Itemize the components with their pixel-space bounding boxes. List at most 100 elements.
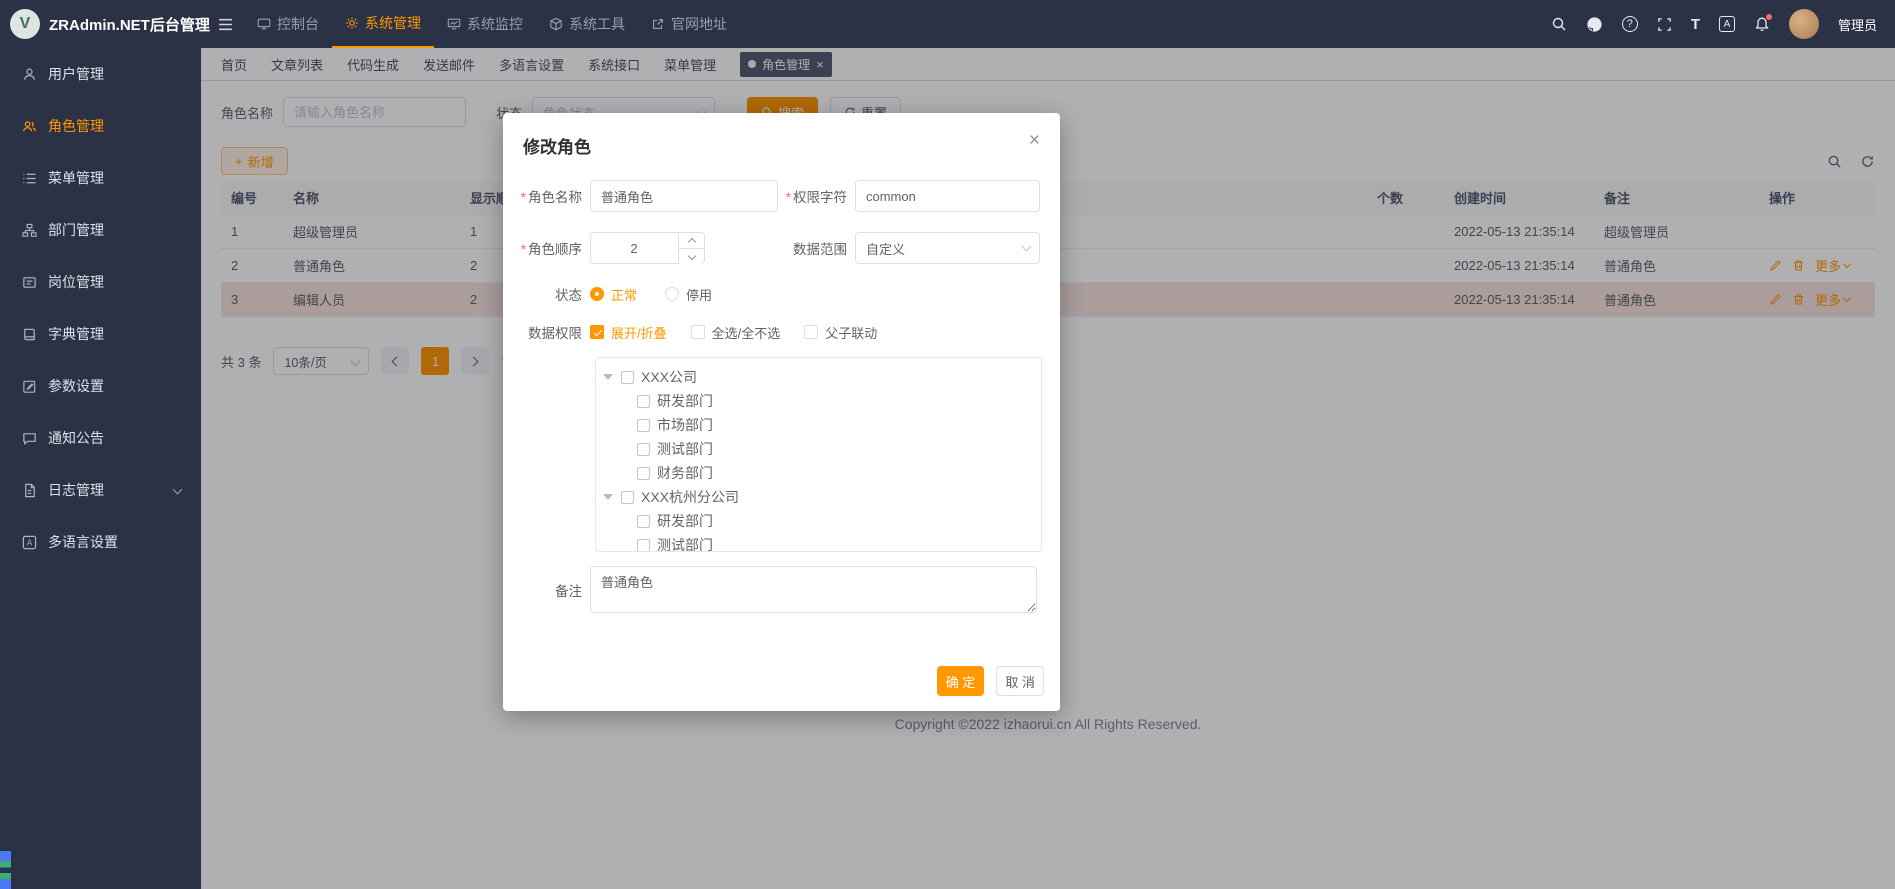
dialog-body: *角色名称 *权限字符 *角色顺序 数据范围 自定义 状态 正常 [503,168,1060,613]
sidebar-item-label: 用户管理 [48,64,104,84]
tree-checkbox[interactable] [637,419,650,432]
tree-checkbox[interactable] [637,395,650,408]
nav-item-console[interactable]: 控制台 [244,0,332,48]
tree-node[interactable]: 研发部门 [596,389,1041,413]
sidebar-item-label: 字典管理 [48,324,104,344]
sidebar-item-label: 通知公告 [48,428,104,448]
checkbox-icon [691,325,705,339]
status-radio-disabled[interactable]: 停用 [665,285,712,304]
tree-checkbox[interactable] [637,443,650,456]
required-mark: * [786,190,791,205]
tree-node[interactable]: 测试部门 [596,533,1041,552]
users-group-icon [22,119,37,134]
fullscreen-icon[interactable] [1657,17,1672,32]
data-scope-value: 自定义 [866,239,905,258]
status-radio-normal[interactable]: 正常 [590,285,637,304]
data-scope-select[interactable]: 自定义 [855,232,1040,264]
font-size-icon[interactable]: T [1691,16,1700,33]
sidebar-item-label: 部门管理 [48,220,104,240]
chat-bubble-icon [22,431,37,446]
tree-checkbox[interactable] [621,491,634,504]
nav-label: 官网地址 [671,14,727,34]
sidebar-item-menus[interactable]: 菜单管理 [0,152,201,204]
cancel-button[interactable]: 取 消 [996,666,1044,696]
status-label: 状态 [503,284,590,304]
caret-down-icon[interactable] [603,374,613,380]
nav-item-system-monitor[interactable]: 系统监控 [434,0,536,48]
role-order-input[interactable] [591,233,677,263]
perm-char-input[interactable] [855,180,1040,212]
role-order-stepper [590,232,705,264]
sidebar-item-roles[interactable]: 角色管理 [0,100,201,152]
username[interactable]: 管理员 [1838,15,1877,34]
tree-checkbox[interactable] [637,467,650,480]
corner-artifact [0,851,11,889]
org-tree-icon [22,223,37,238]
translate-icon: A [22,535,37,550]
hamburger-icon[interactable] [217,16,234,33]
checkbox-icon [804,325,818,339]
console-icon [257,17,271,31]
tree-node-label: 研发部门 [657,391,713,411]
logo[interactable]: V ZRAdmin.NET后台管理 [0,9,201,39]
stepper-up-button[interactable] [678,233,704,248]
nav-item-system-management[interactable]: 系统管理 [332,0,434,48]
tree-checkbox[interactable] [637,539,650,552]
dialog-footer: 确 定 取 消 [937,666,1044,696]
label-text: 角色顺序 [528,242,582,257]
role-name-input[interactable] [590,180,778,212]
tree-node[interactable]: XXX杭州分公司 [596,485,1041,509]
tree-checkbox[interactable] [637,515,650,528]
sidebar-item-users[interactable]: 用户管理 [0,48,201,100]
gear-icon [345,16,359,30]
tree-node-label: 研发部门 [657,511,713,531]
help-icon[interactable]: ? [1622,16,1638,32]
book-icon [22,327,37,342]
sidebar-item-notices[interactable]: 通知公告 [0,412,201,464]
checkbox-label: 展开/折叠 [611,323,667,342]
remark-textarea[interactable]: 普通角色 [590,566,1037,613]
expand-collapse-checkbox[interactable]: 展开/折叠 [590,323,667,342]
tree-node[interactable]: 财务部门 [596,461,1041,485]
sidebar-item-dictionary[interactable]: 字典管理 [0,308,201,360]
tree-node[interactable]: 研发部门 [596,509,1041,533]
stepper-down-button[interactable] [678,248,704,264]
tree-node[interactable]: 测试部门 [596,437,1041,461]
radio-dot-icon [590,287,604,301]
sidebar-item-departments[interactable]: 部门管理 [0,204,201,256]
nav-label: 控制台 [277,14,319,34]
label-text: 数据权限 [528,326,582,341]
required-mark: * [521,242,526,257]
nav-label: 系统工具 [569,14,625,34]
nav-item-system-tools[interactable]: 系统工具 [536,0,638,48]
sidebar-item-parameters[interactable]: 参数设置 [0,360,201,412]
radio-dot-icon [665,287,679,301]
confirm-button[interactable]: 确 定 [937,666,985,696]
tree-node-label: XXX公司 [641,367,697,387]
close-icon[interactable]: × [1029,131,1040,150]
sidebar-item-logs[interactable]: 日志管理 [0,464,201,516]
nav-item-official-site[interactable]: 官网地址 [638,0,740,48]
caret-down-icon[interactable] [603,494,613,500]
tree-node-label: 市场部门 [657,415,713,435]
checkbox-label: 父子联动 [825,323,877,342]
parent-child-link-checkbox[interactable]: 父子联动 [804,323,877,342]
tree-node[interactable]: 市场部门 [596,413,1041,437]
select-all-checkbox[interactable]: 全选/全不选 [691,323,781,342]
tree-node[interactable]: XXX公司 [596,365,1041,389]
edit-role-dialog: 修改角色 × *角色名称 *权限字符 *角色顺序 数据范围 自定义 状态 [503,113,1060,711]
github-icon[interactable] [1586,16,1603,33]
edit-square-icon [22,379,37,394]
sidebar-item-label: 角色管理 [48,116,104,136]
top-nav: 控制台 系统管理 系统监控 系统工具 官网地址 [244,0,740,48]
language-icon[interactable]: A [1719,16,1735,32]
bell-icon[interactable] [1754,16,1770,32]
tree-checkbox[interactable] [621,371,634,384]
dialog-title: 修改角色 [523,138,591,157]
avatar[interactable] [1789,9,1819,39]
search-icon[interactable] [1551,16,1567,32]
external-link-icon [651,17,665,31]
sidebar-item-i18n[interactable]: A 多语言设置 [0,516,201,568]
sidebar-item-posts[interactable]: 岗位管理 [0,256,201,308]
chevron-down-icon [1022,242,1032,252]
